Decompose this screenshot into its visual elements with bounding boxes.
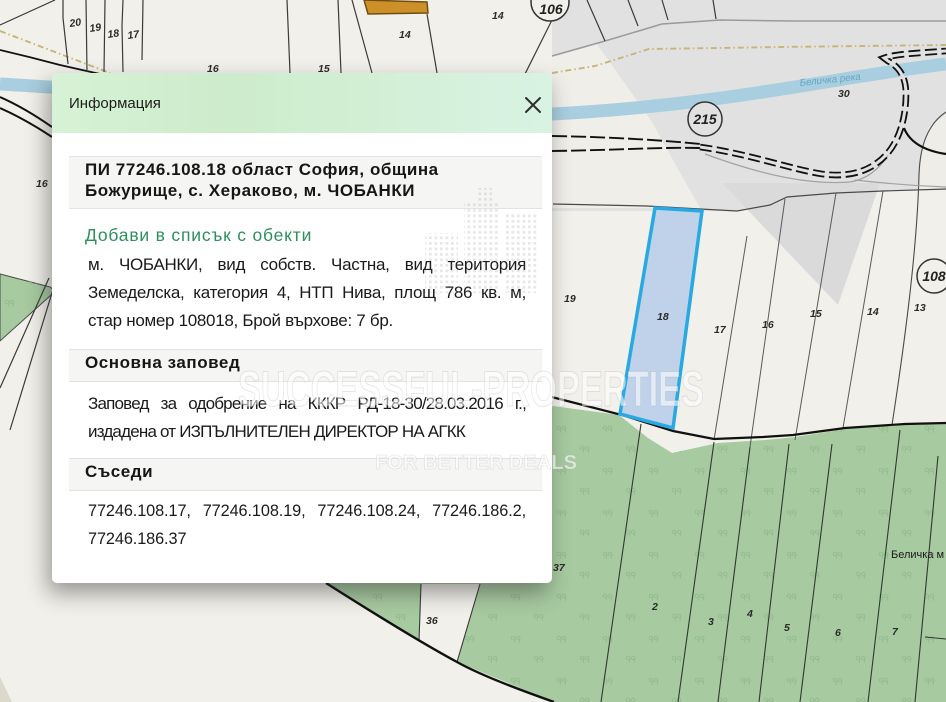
svg-text:17: 17: [714, 324, 727, 336]
svg-text:19: 19: [89, 21, 102, 35]
svg-text:14: 14: [492, 10, 504, 22]
svg-text:18: 18: [107, 27, 120, 41]
svg-text:14: 14: [867, 306, 879, 318]
svg-text:108: 108: [922, 268, 946, 284]
svg-text:16: 16: [36, 178, 48, 190]
svg-text:Беличка м: Беличка м: [891, 549, 944, 561]
svg-text:16: 16: [762, 319, 774, 331]
svg-text:36: 36: [426, 615, 438, 627]
svg-text:2: 2: [651, 601, 658, 613]
svg-text:18: 18: [657, 311, 669, 323]
svg-text:3: 3: [708, 616, 714, 628]
svg-text:106: 106: [539, 1, 563, 17]
svg-text:14: 14: [399, 29, 411, 41]
svg-text:6: 6: [835, 627, 841, 639]
svg-text:19: 19: [564, 293, 576, 305]
svg-text:20: 20: [68, 16, 82, 30]
svg-text:215: 215: [692, 111, 717, 127]
svg-text:4: 4: [746, 608, 753, 620]
svg-text:5: 5: [784, 622, 790, 634]
svg-text:30: 30: [838, 88, 850, 100]
svg-text:15: 15: [810, 308, 822, 320]
svg-text:37: 37: [553, 562, 566, 574]
svg-text:13: 13: [914, 302, 926, 314]
